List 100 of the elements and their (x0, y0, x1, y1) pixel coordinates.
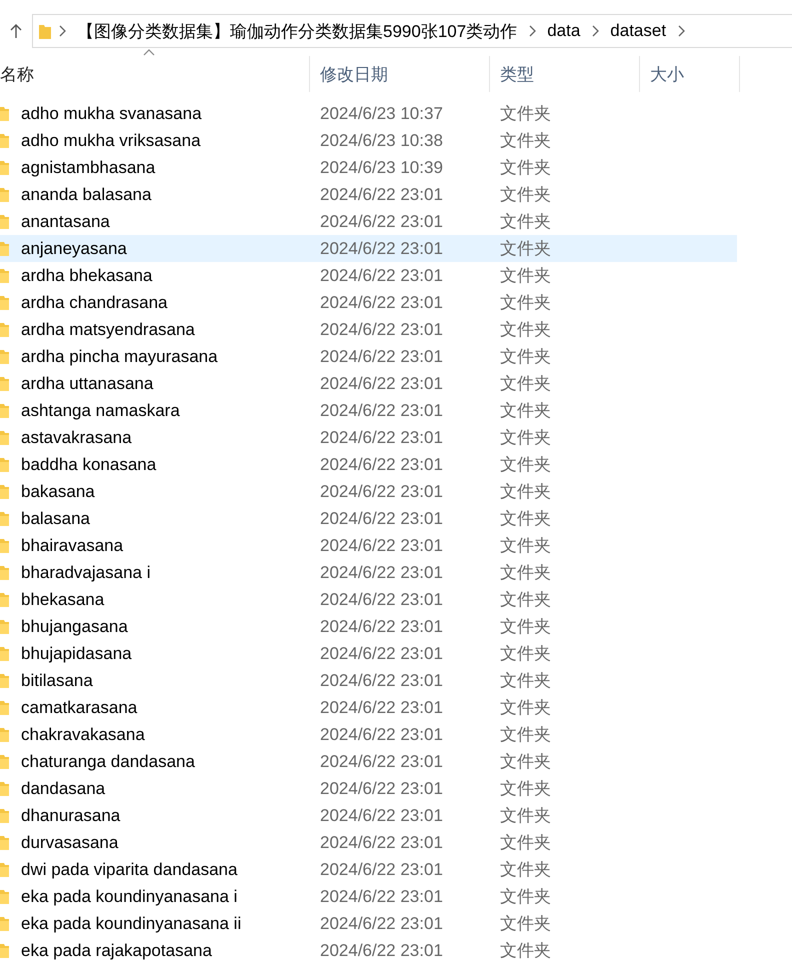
item-type: 文件夹 (500, 859, 552, 881)
item-type: 文件夹 (500, 643, 552, 665)
folder-name: eka pada koundinyanasana i (21, 886, 238, 906)
folder-name: ardha matsyendrasana (21, 320, 196, 340)
folder-name: durvasasana (21, 832, 120, 852)
file-row[interactable]: anantasana 2024/6/22 23:01 文件夹 (0, 208, 737, 235)
folder-icon (0, 510, 9, 526)
folder-name: ardha chandrasana (21, 292, 169, 312)
modified-date: 2024/6/22 23:01 (320, 266, 444, 286)
file-row[interactable]: bitilasana 2024/6/22 23:01 文件夹 (0, 667, 737, 694)
file-row[interactable]: eka pada koundinyanasana ii 2024/6/22 23:01 文件夹 (0, 910, 737, 937)
address-bar[interactable]: 【图像分类数据集】瑜伽动作分类数据集5990张107类动作 data dataset (32, 14, 792, 48)
modified-date: 2024/6/22 23:01 (320, 184, 444, 204)
item-type: 文件夹 (500, 319, 552, 341)
chevron-icon[interactable] (676, 25, 686, 37)
file-row[interactable]: bhujangasana 2024/6/22 23:01 文件夹 (0, 613, 737, 640)
modified-date: 2024/6/22 23:01 (320, 940, 444, 960)
breadcrumb-item[interactable]: 【图像分类数据集】瑜伽动作分类数据集5990张107类动作 (73, 20, 522, 42)
file-row[interactable]: bakasana 2024/6/22 23:01 文件夹 (0, 478, 737, 505)
file-row[interactable]: ardha matsyendrasana 2024/6/22 23:01 文件夹 (0, 316, 737, 343)
file-row[interactable]: bharadvajasana i 2024/6/22 23:01 文件夹 (0, 559, 737, 586)
file-row[interactable]: adho mukha vriksasana 2024/6/23 10:38 文件夹 (0, 127, 737, 154)
folder-icon (0, 348, 9, 364)
file-row[interactable]: ashtanga namaskara 2024/6/22 23:01 文件夹 (0, 397, 737, 424)
file-row[interactable]: astavakrasana 2024/6/22 23:01 文件夹 (0, 424, 737, 451)
column-header[interactable]: 大小 (640, 56, 740, 92)
folder-name: anjaneyasana (21, 238, 128, 258)
modified-date: 2024/6/22 23:01 (320, 374, 444, 394)
column-header[interactable]: 修改日期 (310, 56, 490, 92)
breadcrumb-item[interactable]: data (543, 21, 584, 41)
file-row[interactable]: durvasasana 2024/6/22 23:01 文件夹 (0, 829, 737, 856)
chevron-icon[interactable] (590, 25, 600, 37)
file-row[interactable]: bhekasana 2024/6/22 23:01 文件夹 (0, 586, 737, 613)
modified-date: 2024/6/22 23:01 (320, 562, 444, 582)
modified-date: 2024/6/22 23:01 (320, 212, 444, 232)
modified-date: 2024/6/23 10:38 (320, 130, 444, 150)
file-row[interactable]: ardha uttanasana 2024/6/22 23:01 文件夹 (0, 370, 737, 397)
folder-icon (0, 754, 9, 770)
modified-date: 2024/6/23 10:39 (320, 158, 444, 178)
file-row[interactable]: chaturanga dandasana 2024/6/22 23:01 文件夹 (0, 748, 737, 775)
modified-date: 2024/6/22 23:01 (320, 536, 444, 556)
modified-date: 2024/6/22 23:01 (320, 752, 444, 772)
folder-icon (0, 484, 9, 500)
folder-icon (0, 322, 9, 338)
modified-date: 2024/6/22 23:01 (320, 508, 444, 528)
file-row[interactable]: anjaneyasana 2024/6/22 23:01 文件夹 (0, 235, 737, 262)
file-row[interactable]: balasana 2024/6/22 23:01 文件夹 (0, 505, 737, 532)
item-type: 文件夹 (500, 724, 552, 746)
folder-icon (0, 834, 9, 850)
folder-name: adho mukha svanasana (21, 104, 203, 124)
folder-name: ardha bhekasana (21, 266, 154, 286)
file-row[interactable]: eka pada koundinyanasana i 2024/6/22 23:01 文件夹 (0, 883, 737, 910)
item-type: 文件夹 (500, 751, 552, 773)
folder-name: adho mukha vriksasana (21, 130, 202, 150)
file-row[interactable]: baddha konasana 2024/6/22 23:01 文件夹 (0, 451, 737, 478)
file-row[interactable]: dandasana 2024/6/22 23:01 文件夹 (0, 775, 737, 802)
file-row[interactable]: ardha bhekasana 2024/6/22 23:01 文件夹 (0, 262, 737, 289)
item-type: 文件夹 (500, 508, 552, 530)
folder-name: ananda balasana (21, 184, 152, 204)
file-row[interactable]: adho mukha svanasana 2024/6/23 10:37 文件夹 (0, 100, 737, 127)
folder-icon (0, 888, 9, 904)
folder-icon (0, 294, 9, 310)
folder-icon (0, 214, 9, 230)
folder-icon (0, 186, 9, 202)
folder-icon (0, 430, 9, 446)
chevron-icon[interactable] (527, 25, 538, 37)
folder-icon (0, 160, 9, 176)
folder-name: agnistambhasana (21, 158, 156, 178)
folder-icon (0, 672, 9, 688)
file-row[interactable]: bhairavasana 2024/6/22 23:01 文件夹 (0, 532, 737, 559)
folder-name: chaturanga dandasana (21, 752, 196, 772)
folder-name: camatkarasana (21, 698, 138, 718)
modified-date: 2024/6/22 23:01 (320, 886, 444, 906)
modified-date: 2024/6/22 23:01 (320, 914, 444, 934)
breadcrumb-item[interactable]: dataset (606, 21, 670, 41)
folder-icon (0, 268, 9, 284)
file-row[interactable]: agnistambhasana 2024/6/23 10:39 文件夹 (0, 154, 737, 181)
chevron-icon[interactable] (57, 25, 67, 37)
folder-name: dwi pada viparita dandasana (21, 860, 238, 880)
file-row[interactable]: dhanurasana 2024/6/22 23:01 文件夹 (0, 802, 737, 829)
file-row[interactable]: eka pada rajakapotasana 2024/6/22 23:01 文件夹 (0, 937, 737, 964)
file-row[interactable]: dwi pada viparita dandasana 2024/6/22 23:01 文件夹 (0, 856, 737, 883)
modified-date: 2024/6/23 10:37 (320, 104, 444, 124)
folder-icon (0, 376, 9, 392)
file-row[interactable]: bhujapidasana 2024/6/22 23:01 文件夹 (0, 640, 737, 667)
column-header[interactable]: 名称 (0, 56, 310, 92)
folder-name: bhujangasana (21, 616, 129, 636)
file-row[interactable]: ardha chandrasana 2024/6/22 23:01 文件夹 (0, 289, 737, 316)
folder-icon (0, 726, 9, 742)
file-row[interactable]: ardha pincha mayurasana 2024/6/22 23:01 文件夹 (0, 343, 737, 370)
folder-icon (0, 700, 9, 716)
folder-icon (0, 132, 9, 148)
column-header[interactable]: 类型 (490, 56, 640, 92)
file-row[interactable]: ananda balasana 2024/6/22 23:01 文件夹 (0, 181, 737, 208)
folder-icon (0, 780, 9, 796)
item-type: 文件夹 (500, 805, 552, 827)
file-row[interactable]: camatkarasana 2024/6/22 23:01 文件夹 (0, 694, 737, 721)
folder-name: astavakrasana (21, 428, 133, 448)
file-row[interactable]: chakravakasana 2024/6/22 23:01 文件夹 (0, 721, 737, 748)
item-type: 文件夹 (500, 211, 552, 233)
